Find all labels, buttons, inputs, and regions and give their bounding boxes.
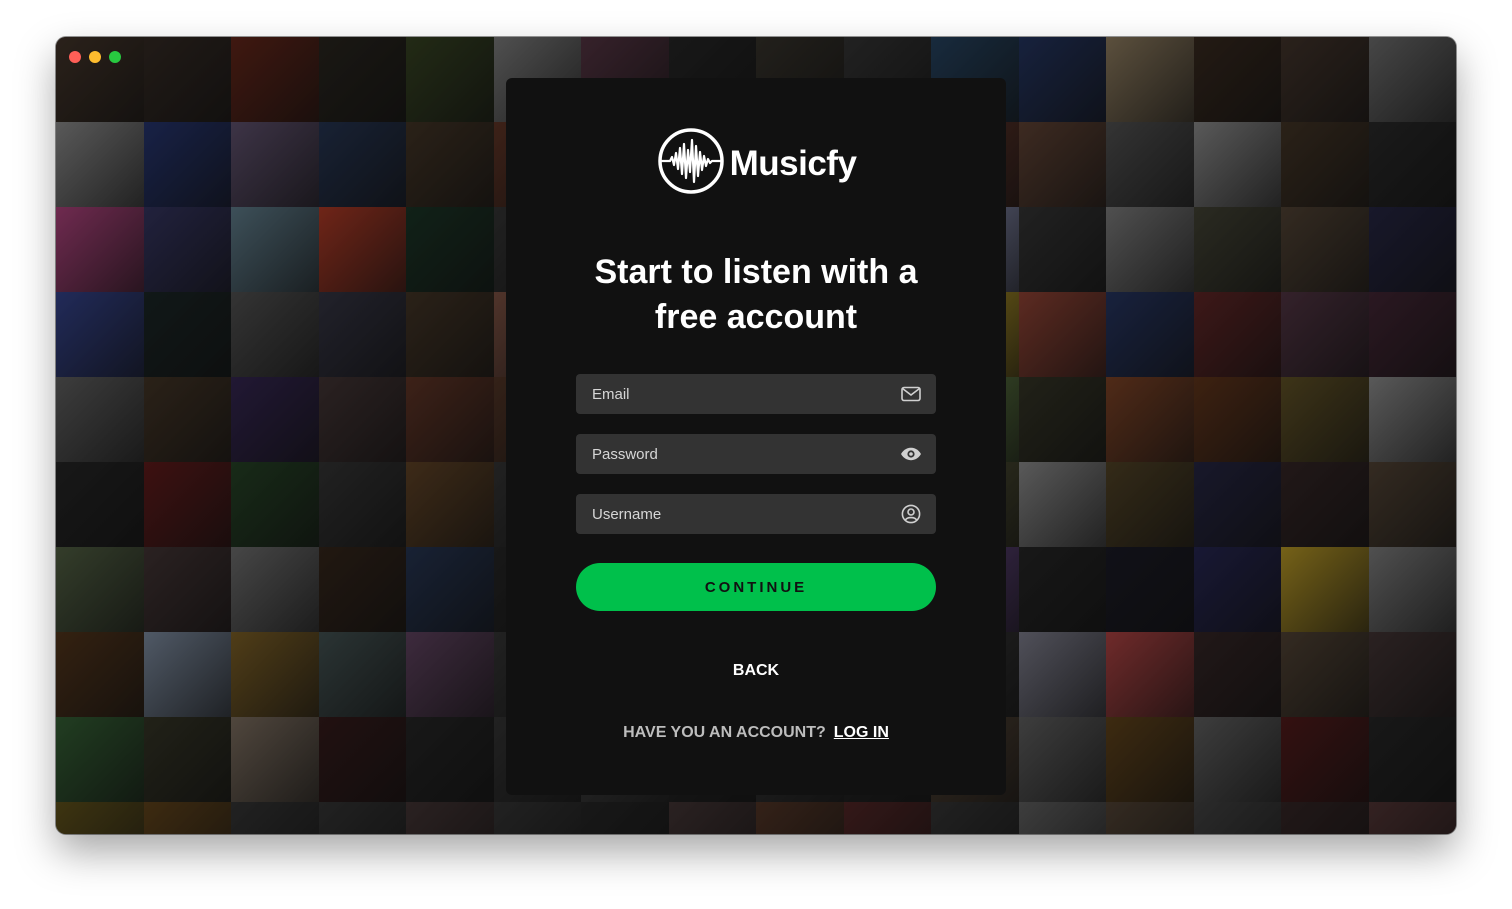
continue-button[interactable]: CONTINUE [576,563,936,611]
password-input[interactable] [592,445,882,463]
email-field[interactable] [576,374,936,414]
brand-logo: Musicfy [506,126,1006,201]
email-input[interactable] [592,385,882,403]
soundwave-circle-icon [656,126,726,201]
username-input[interactable] [592,505,882,523]
back-link[interactable]: BACK [506,662,1006,680]
login-link[interactable]: LOG IN [834,724,889,741]
page-title-line-2: free account [654,298,858,336]
envelope-icon [900,383,922,405]
app-window: Musicfy Start to listen with a free acco… [56,37,1456,834]
password-field[interactable] [576,434,936,474]
login-prompt: HAVE YOU AN ACCOUNT? LOG IN [506,724,1006,742]
username-field[interactable] [576,494,936,534]
page-title-line-1: Start to listen with a [594,253,918,291]
user-circle-icon [900,503,922,525]
page-title: Start to listen with a free account [546,250,966,340]
signup-panel: Musicfy Start to listen with a free acco… [506,78,1006,795]
account-question-text: HAVE YOU AN ACCOUNT? [623,724,826,741]
minimize-window-button[interactable] [89,51,101,63]
maximize-window-button[interactable] [109,51,121,63]
window-controls [69,51,121,63]
eye-icon[interactable] [900,443,922,465]
brand-name: Musicfy [729,143,857,183]
close-window-button[interactable] [69,51,81,63]
